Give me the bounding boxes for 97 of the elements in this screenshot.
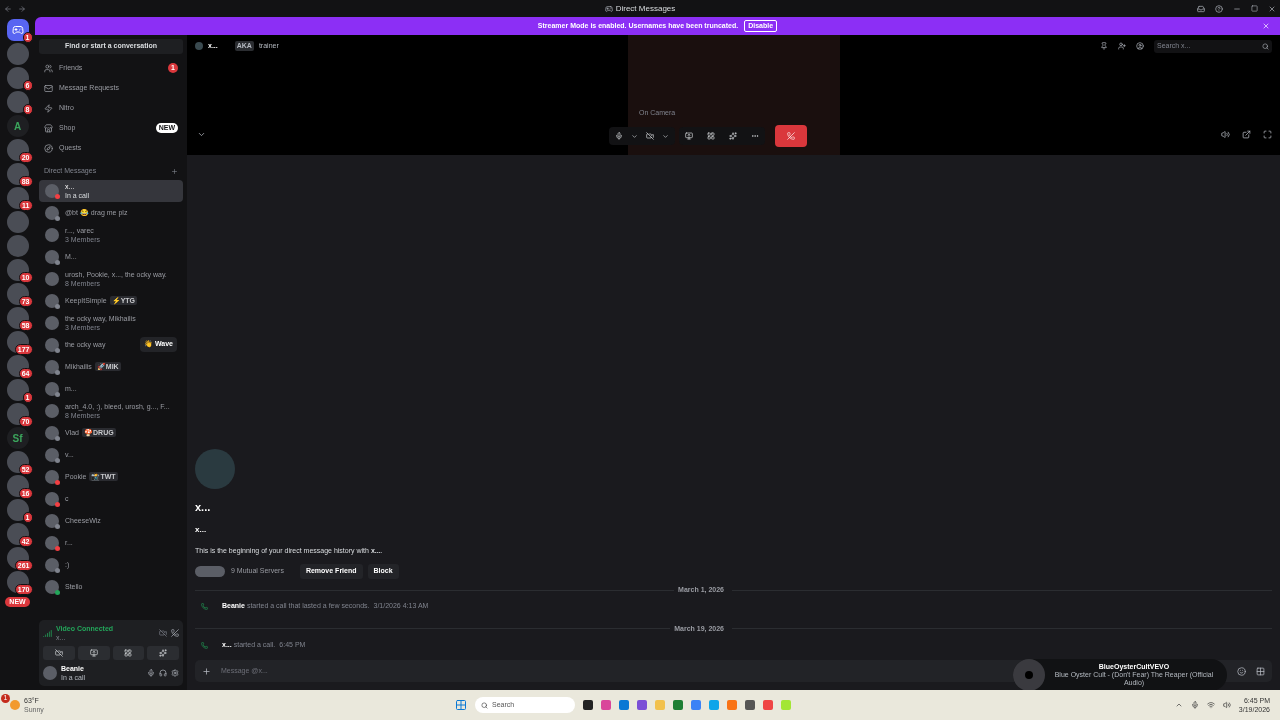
- search-icon: [1262, 42, 1269, 50]
- phone-icon: [201, 603, 208, 610]
- user-avatar[interactable]: [43, 666, 57, 680]
- avatar: [45, 337, 59, 352]
- emoji-icon[interactable]: [1237, 666, 1246, 676]
- server-icon[interactable]: [6, 67, 29, 89]
- server-icon[interactable]: [6, 475, 29, 497]
- server-icon[interactable]: [6, 451, 29, 473]
- hang-up-icon: [787, 132, 795, 140]
- screen-share-icon[interactable]: [685, 132, 693, 140]
- camera-off-icon: [54, 649, 63, 657]
- server-icon[interactable]: A: [6, 115, 29, 137]
- screen-share-icon: [89, 649, 98, 657]
- fullscreen-icon[interactable]: [1263, 130, 1272, 139]
- maximize-icon[interactable]: [1251, 5, 1258, 12]
- signal-icon: [43, 628, 52, 638]
- pin-icon[interactable]: [1100, 42, 1108, 50]
- avatar: [45, 425, 59, 440]
- server-icon[interactable]: [6, 571, 29, 593]
- avatar: [45, 249, 59, 264]
- server-icon[interactable]: [6, 187, 29, 209]
- avatar: [45, 557, 59, 572]
- caret-icon[interactable]: [631, 132, 638, 140]
- plus-icon[interactable]: [171, 167, 178, 175]
- avatar: [45, 183, 59, 198]
- home-button[interactable]: [6, 19, 29, 41]
- caret-icon[interactable]: [662, 132, 669, 140]
- controller-icon: [604, 4, 613, 13]
- wifi-icon[interactable]: [1206, 701, 1215, 709]
- server-icon[interactable]: [6, 307, 29, 329]
- server-icon[interactable]: [6, 547, 29, 569]
- hang-up-icon[interactable]: [171, 629, 179, 637]
- avatar: [45, 469, 59, 484]
- pop-out-icon[interactable]: [1242, 130, 1251, 139]
- microphone-icon[interactable]: [147, 669, 155, 677]
- headphones-icon[interactable]: [159, 669, 167, 677]
- chat-title: x...: [195, 500, 212, 515]
- avatar: [45, 535, 59, 550]
- soundboard-button[interactable]: [147, 646, 179, 660]
- avatar: [45, 293, 59, 308]
- mutual-server-icons: [195, 566, 225, 577]
- close-icon[interactable]: [1268, 4, 1276, 13]
- server-icon[interactable]: [6, 331, 29, 353]
- avatar: [195, 42, 203, 50]
- microphone-icon[interactable]: [1190, 701, 1199, 709]
- server-icon[interactable]: [6, 91, 29, 113]
- avatar: [45, 271, 59, 286]
- avatar: [45, 359, 59, 374]
- start-icon[interactable]: [455, 699, 467, 711]
- people-icon: [44, 63, 53, 73]
- apps-icon[interactable]: [1256, 666, 1265, 676]
- window-title: Direct Messages: [615, 2, 676, 15]
- avatar: [45, 491, 59, 506]
- more-icon[interactable]: [751, 132, 759, 140]
- chevron-down-icon[interactable]: [197, 130, 206, 139]
- avatar: [45, 227, 59, 242]
- store-icon: [44, 123, 53, 133]
- volume-icon[interactable]: [1222, 701, 1231, 709]
- microphone-icon[interactable]: [615, 132, 623, 140]
- envelope-icon: [44, 83, 53, 93]
- phone-icon: [201, 641, 208, 649]
- grid-icon: [124, 649, 133, 657]
- server-icon[interactable]: [6, 163, 29, 185]
- avatar: [45, 447, 59, 462]
- server-icon[interactable]: [6, 139, 29, 161]
- help-icon[interactable]: [1215, 4, 1223, 13]
- controller-icon: [11, 24, 24, 36]
- server-icon[interactable]: [6, 355, 29, 377]
- avatar: [45, 579, 59, 594]
- activities-button[interactable]: [112, 646, 145, 660]
- avatar: [45, 403, 59, 418]
- settings-icon[interactable]: [171, 669, 179, 677]
- plus-icon[interactable]: [202, 666, 211, 676]
- server-icon[interactable]: [6, 523, 29, 545]
- avatar: [45, 315, 59, 330]
- close-icon[interactable]: [1262, 22, 1270, 30]
- chat-username: x...: [195, 523, 208, 536]
- sparkle-icon: [159, 649, 168, 657]
- avatar: [45, 513, 59, 528]
- profile-avatar: [195, 449, 235, 489]
- bolt-icon: [44, 103, 53, 113]
- avatar: [45, 205, 59, 220]
- server-icon[interactable]: [6, 259, 29, 281]
- profile-icon[interactable]: [1136, 42, 1144, 50]
- server-icon[interactable]: [6, 283, 29, 305]
- server-icon[interactable]: Sf: [6, 427, 29, 449]
- add-user-icon[interactable]: [1118, 42, 1126, 50]
- screen-share-button[interactable]: [77, 646, 110, 660]
- chevron-up-icon[interactable]: [1174, 701, 1183, 709]
- inbox-icon[interactable]: [1197, 4, 1205, 13]
- compass-icon: [44, 143, 53, 153]
- camera-button[interactable]: [43, 646, 75, 660]
- volume-icon[interactable]: [1221, 130, 1230, 139]
- avatar: [45, 381, 59, 396]
- server-icon[interactable]: [6, 403, 29, 425]
- search-icon: [481, 701, 488, 709]
- hang-up-button[interactable]: [775, 125, 807, 147]
